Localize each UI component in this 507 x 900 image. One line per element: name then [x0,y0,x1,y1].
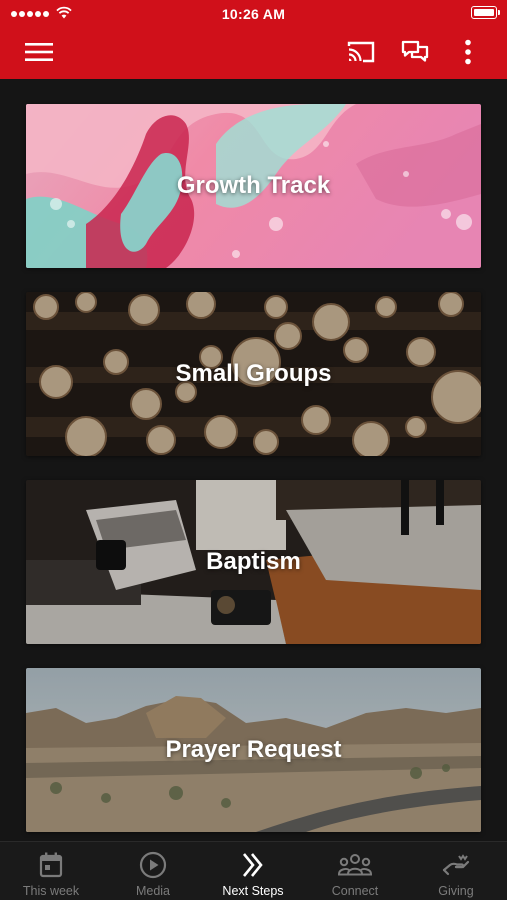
card-title: Growth Track [176,172,331,199]
tab-next-steps[interactable]: Next Steps [202,842,304,900]
top-bar: 10:26 AM [0,0,507,79]
tab-label: Connect [331,884,379,898]
tab-label: Giving [438,884,474,898]
card-prayer-request[interactable]: Prayer Request [26,668,481,832]
double-chevron-right-icon [242,853,263,877]
tab-media[interactable]: Media [102,842,204,900]
more-options-button[interactable] [455,37,481,67]
tab-label: Next Steps [222,884,284,898]
tab-connect[interactable]: Connect [304,842,406,900]
chat-icon [401,40,429,62]
more-vertical-icon [465,39,471,65]
bottom-tab-bar: This week Media Next Steps Connect Givin… [0,841,507,900]
cast-button[interactable] [343,37,379,67]
tab-label: Media [135,884,171,898]
next-steps-list: Growth Track Small Groups Baptism Prayer… [0,79,507,841]
card-title: Baptism [206,548,301,575]
tab-this-week[interactable]: This week [0,842,102,900]
tab-giving[interactable]: Giving [405,842,507,900]
calendar-icon [39,852,63,878]
card-small-groups[interactable]: Small Groups [26,292,481,456]
status-bar: 10:26 AM [0,0,507,28]
play-circle-icon [139,851,167,879]
tab-label: This week [22,884,80,898]
chat-button[interactable] [397,37,433,67]
giving-hand-icon [442,854,470,876]
card-growth-track[interactable]: Growth Track [26,104,481,268]
card-title: Small Groups [175,360,332,387]
status-time: 10:26 AM [221,6,286,22]
battery-icon [471,6,500,19]
cast-icon [347,41,375,63]
card-baptism[interactable]: Baptism [26,480,481,644]
app-bar [0,28,507,79]
group-people-icon [338,854,372,876]
hamburger-menu-icon [25,43,53,61]
card-title: Prayer Request [165,736,342,763]
menu-button[interactable] [22,38,56,66]
